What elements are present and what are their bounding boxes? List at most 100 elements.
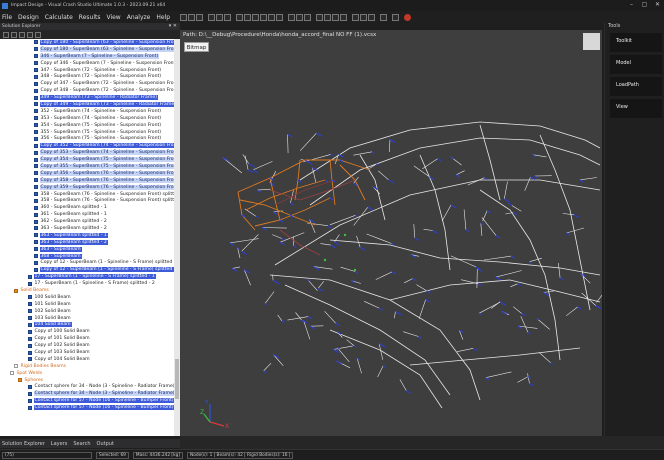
tree-item[interactable]: 100 Solid Beam	[0, 294, 174, 301]
snap-icon[interactable]	[180, 14, 187, 21]
visibility-checkbox[interactable]	[34, 116, 38, 121]
visibility-checkbox[interactable]	[34, 109, 38, 114]
tree-folder[interactable]: Spheres	[0, 377, 174, 384]
tree-item[interactable]: 17 - SuperBeam (1 - Spineline - S Frame)…	[0, 280, 174, 287]
visibility-checkbox[interactable]	[18, 378, 22, 383]
visibility-checkbox[interactable]	[28, 391, 32, 396]
tree-item[interactable]: Copy of 100 Solid Beam	[0, 328, 174, 335]
stop-red-icon[interactable]	[404, 14, 411, 21]
visibility-checkbox[interactable]	[34, 212, 38, 217]
visibility-checkbox[interactable]	[28, 357, 32, 362]
visibility-checkbox[interactable]	[34, 254, 38, 259]
tree-item[interactable]: Copy of 356 - SuperBeam (76 - Spineline …	[0, 170, 174, 177]
play-icon[interactable]	[288, 14, 295, 21]
visibility-checkbox[interactable]	[34, 54, 38, 59]
tree-item[interactable]: Copy of 101 Solid Beam	[0, 335, 174, 342]
tree-item[interactable]: 353 - SuperBeam (74 - Spineline - Suspen…	[0, 115, 174, 122]
rect-icon[interactable]	[216, 14, 223, 21]
visibility-checkbox[interactable]	[28, 295, 32, 300]
panel-pin-icon[interactable]: ▾ ✕	[169, 23, 177, 29]
tree-item[interactable]: Copy of 349 - SuperBeam (73 - Spineline …	[0, 101, 174, 108]
visibility-checkbox[interactable]	[34, 192, 38, 197]
tree-item[interactable]: Copy of 358 - SuperBeam (76 - Spineline …	[0, 177, 174, 184]
visibility-checkbox[interactable]	[28, 329, 32, 334]
lasso-icon[interactable]	[224, 14, 231, 21]
menu-help[interactable]: Help	[156, 14, 170, 21]
wireframe-model[interactable]: Y X Z	[180, 30, 602, 436]
tree-item[interactable]: 102 Solid Beam	[0, 308, 174, 315]
visibility-checkbox[interactable]	[28, 384, 32, 389]
tree-item[interactable]: 347 - SuperBeam (72 - Spineline - Suspen…	[0, 67, 174, 74]
visibility-checkbox[interactable]	[28, 302, 32, 307]
tree-item[interactable]: Copy of 354 - SuperBeam (75 - Spineline …	[0, 156, 174, 163]
visibility-checkbox[interactable]	[28, 405, 32, 410]
tree-folder[interactable]: Solid Beams	[0, 287, 174, 294]
zoom-icon[interactable]	[316, 14, 323, 21]
visibility-checkbox[interactable]	[34, 40, 38, 45]
solid-icon[interactable]	[252, 14, 259, 21]
solution-tree[interactable]: Copy of 180 - SuperBeam (63 - Spineline …	[0, 39, 174, 436]
tree-item[interactable]: Contact sphere for 57 - Node (16 - Spine…	[0, 404, 174, 411]
menu-file[interactable]: File	[2, 14, 12, 21]
tree-item[interactable]: Copy of 104 Solid Beam	[0, 356, 174, 363]
visibility-checkbox[interactable]	[34, 205, 38, 210]
tree-item[interactable]: 368 - SuperBeam	[0, 253, 174, 260]
grid-icon[interactable]	[188, 14, 195, 21]
visibility-checkbox[interactable]	[28, 281, 32, 286]
visibility-checkbox[interactable]	[34, 61, 38, 66]
stop-icon[interactable]	[296, 14, 303, 21]
visibility-checkbox[interactable]	[28, 343, 32, 348]
tree-item[interactable]: Copy of 103 Solid Beam	[0, 349, 174, 356]
close-icon[interactable]: ✕	[653, 1, 662, 9]
tab-layers[interactable]: Layers	[51, 441, 68, 447]
visibility-checkbox[interactable]	[34, 88, 38, 93]
beam-icon[interactable]	[244, 14, 251, 21]
visibility-checkbox[interactable]	[34, 47, 38, 52]
menu-view[interactable]: View	[106, 14, 120, 21]
maximize-icon[interactable]: ▢	[640, 1, 649, 9]
visibility-checkbox[interactable]	[34, 247, 38, 252]
tool-toolkit[interactable]: Toolkit	[610, 33, 662, 52]
tree-item[interactable]: Copy of 355 - SuperBeam (75 - Spineline …	[0, 163, 174, 170]
visibility-checkbox[interactable]	[14, 364, 18, 369]
tree-item[interactable]: Copy of 180 - SuperBeam (63 - Spineline …	[0, 46, 174, 53]
fit-icon[interactable]	[340, 14, 347, 21]
visibility-checkbox[interactable]	[34, 102, 38, 107]
visibility-checkbox[interactable]	[34, 81, 38, 86]
sphere-icon[interactable]	[276, 14, 283, 21]
tree-item[interactable]: Copy of 353 - SuperBeam (74 - Spineline …	[0, 149, 174, 156]
visibility-checkbox[interactable]	[28, 350, 32, 355]
ortho-icon[interactable]	[196, 14, 203, 21]
refresh-icon[interactable]	[11, 31, 17, 38]
rotate-icon[interactable]	[332, 14, 339, 21]
visibility-checkbox[interactable]	[10, 371, 14, 376]
visibility-checkbox[interactable]	[34, 150, 38, 155]
tree-item[interactable]: 348 - SuperBeam (72 - Spineline - Suspen…	[0, 73, 174, 80]
visibility-checkbox[interactable]	[34, 260, 38, 265]
tree-item[interactable]: 352 - SuperBeam (74 - Spineline - Suspen…	[0, 108, 174, 115]
tree-item[interactable]: 355 - SuperBeam (75 - Spineline - Suspen…	[0, 129, 174, 136]
tool-loadpath[interactable]: LoadPath	[610, 77, 662, 96]
3d-viewport[interactable]: Y X Z Path: D:\__Debug\Procedure\Honda\hon…	[180, 30, 602, 436]
select-icon[interactable]	[208, 14, 215, 21]
tree-item[interactable]: 104 Solid Beam	[0, 322, 174, 329]
tree-item[interactable]: 363 - SuperBeam splitted - 2	[0, 225, 174, 232]
tree-item[interactable]: 362 - SuperBeam splitted - 2	[0, 218, 174, 225]
visibility-checkbox[interactable]	[34, 68, 38, 72]
tree-item[interactable]: 349 - SuperBeam (73 - Spineline - Radiat…	[0, 94, 174, 101]
visibility-checkbox[interactable]	[34, 123, 38, 128]
tree-item[interactable]: Copy of 348 - SuperBeam (72 - Spineline …	[0, 87, 174, 94]
visibility-checkbox[interactable]	[34, 157, 38, 162]
visibility-checkbox[interactable]	[28, 336, 32, 341]
show-icon[interactable]	[368, 14, 375, 21]
visibility-checkbox[interactable]	[28, 398, 32, 403]
minimize-icon[interactable]: –	[627, 1, 636, 9]
tree-item[interactable]: 358 - SuperBeam (76 - Spineline - Suspen…	[0, 197, 174, 204]
tree-item[interactable]: Copy of 12 - SuperBeam (1 - Spineline - …	[0, 266, 174, 273]
visibility-checkbox[interactable]	[34, 95, 38, 100]
visibility-checkbox[interactable]	[28, 322, 32, 327]
node-icon[interactable]	[236, 14, 243, 21]
visibility-checkbox[interactable]	[34, 143, 38, 148]
tree-item[interactable]: Copy of 359 - SuperBeam (76 - Spineline …	[0, 184, 174, 191]
visibility-checkbox[interactable]	[28, 316, 32, 321]
